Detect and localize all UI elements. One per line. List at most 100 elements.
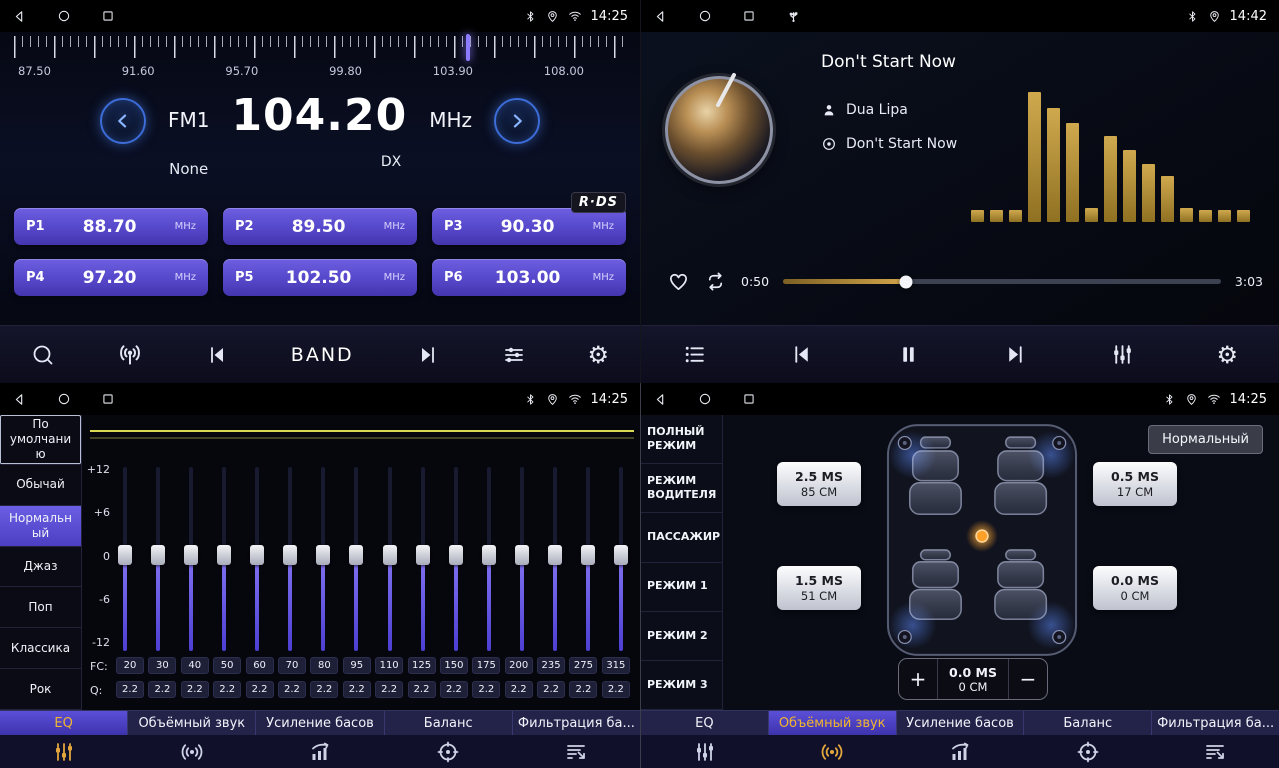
tab-eq[interactable]: EQ (641, 711, 769, 735)
mode-2[interactable]: РЕЖИМ 2 (641, 612, 722, 661)
eq-band-slider[interactable] (546, 467, 564, 651)
eq-preset-classic[interactable]: Классика (0, 628, 81, 669)
delay-increase-button[interactable]: + (899, 659, 937, 699)
eq-preset-rock[interactable]: Рок (0, 669, 81, 710)
eq-icon[interactable] (641, 735, 769, 768)
settings-button[interactable]: ⚙ (1216, 343, 1238, 367)
next-track-button[interactable] (1003, 342, 1028, 367)
eq-preset-jazz[interactable]: Джаз (0, 547, 81, 588)
mode-full[interactable]: ПОЛНЫЙ РЕЖИМ (641, 415, 722, 464)
eq-slider-handle[interactable] (250, 545, 264, 565)
eq-band-slider[interactable] (381, 467, 399, 651)
tab-bass-boost[interactable]: Усиление басов (256, 711, 384, 735)
eq-band-slider[interactable] (447, 467, 465, 651)
mode-1[interactable]: РЕЖИМ 1 (641, 563, 722, 612)
nav-recents-button[interactable] (101, 392, 115, 406)
seek-slider[interactable] (783, 279, 1221, 284)
surround-sound-icon[interactable] (769, 735, 897, 768)
eq-slider-handle[interactable] (316, 545, 330, 565)
eq-slider-handle[interactable] (118, 545, 132, 565)
eq-band-slider[interactable] (579, 467, 597, 651)
bass-boost-icon[interactable] (896, 735, 1024, 768)
frequency-ruler[interactable] (14, 36, 626, 60)
eq-band-slider[interactable] (347, 467, 365, 651)
eq-settings-button[interactable] (502, 343, 526, 367)
radio-preset-p2[interactable]: P2 89.50 MHz (223, 208, 417, 245)
surround-sound-icon[interactable] (128, 735, 256, 768)
eq-band-slider[interactable] (116, 467, 134, 651)
eq-band-slider[interactable] (414, 467, 432, 651)
broadcast-button[interactable] (117, 342, 143, 368)
mixer-button[interactable] (1110, 342, 1135, 367)
mode-3[interactable]: РЕЖИМ 3 (641, 661, 722, 710)
delay-rear-right[interactable]: 0.0 MS 0 CM (1093, 566, 1177, 610)
pause-button[interactable] (896, 342, 921, 367)
eq-slider-handle[interactable] (151, 545, 165, 565)
eq-band-slider[interactable] (248, 467, 266, 651)
tune-down-button[interactable] (100, 98, 146, 144)
eq-slider-handle[interactable] (449, 545, 463, 565)
eq-preset-custom[interactable]: Обычай (0, 465, 81, 506)
playlist-button[interactable] (682, 342, 707, 367)
tune-up-button[interactable] (494, 98, 540, 144)
radio-preset-p6[interactable]: P6 103.00 MHz (432, 259, 626, 296)
eq-band-slider[interactable] (513, 467, 531, 651)
repeat-button[interactable] (704, 270, 727, 293)
nav-home-button[interactable] (57, 9, 71, 23)
scan-button[interactable] (31, 343, 55, 367)
tab-balance[interactable]: Баланс (1024, 711, 1152, 735)
eq-band-slider[interactable] (182, 467, 200, 651)
previous-track-button[interactable] (789, 342, 814, 367)
tab-bass-boost[interactable]: Усиление басов (897, 711, 1025, 735)
mode-driver[interactable]: РЕЖИМ ВОДИТЕЛЯ (641, 464, 722, 513)
eq-slider-handle[interactable] (416, 545, 430, 565)
eq-slider-handle[interactable] (614, 545, 628, 565)
radio-preset-p3[interactable]: P3 90.30 MHz (432, 208, 626, 245)
previous-station-button[interactable] (205, 343, 229, 367)
nav-back-button[interactable] (653, 392, 668, 407)
eq-preset-normal[interactable]: Нормальный (0, 506, 81, 547)
delay-front-right[interactable]: 0.5 MS 17 CM (1093, 462, 1177, 506)
balance-icon[interactable] (1024, 735, 1152, 768)
eq-slider-handle[interactable] (217, 545, 231, 565)
next-station-button[interactable] (416, 343, 440, 367)
filter-icon[interactable] (512, 735, 640, 768)
mode-passenger[interactable]: ПАССАЖИР (641, 513, 722, 562)
nav-back-button[interactable] (12, 392, 27, 407)
nav-home-button[interactable] (698, 9, 712, 23)
eq-preset-pop[interactable]: Поп (0, 587, 81, 628)
bass-boost-icon[interactable] (256, 735, 384, 768)
tab-balance[interactable]: Баланс (385, 711, 513, 735)
tab-filter[interactable]: Фильтрация ба... (1152, 711, 1279, 735)
eq-band-slider[interactable] (480, 467, 498, 651)
settings-button[interactable]: ⚙ (587, 343, 609, 367)
eq-band-slider[interactable] (149, 467, 167, 651)
eq-sl ider-handle[interactable] (581, 545, 595, 565)
band-button[interactable]: BAND (291, 344, 354, 366)
nav-home-button[interactable] (698, 392, 712, 406)
radio-preset-p1[interactable]: P1 88.70 MHz (14, 208, 208, 245)
sound-preset-button[interactable]: Нормальный (1148, 425, 1263, 454)
nav-back-button[interactable] (653, 9, 668, 24)
eq-preset-default[interactable]: По умолчанию (0, 415, 81, 465)
eq-slider-handle[interactable] (283, 545, 297, 565)
eq-slider-handle[interactable] (184, 545, 198, 565)
eq-slider-handle[interactable] (349, 545, 363, 565)
tab-eq[interactable]: EQ (0, 711, 128, 735)
eq-band-slider[interactable] (612, 467, 630, 651)
filter-icon[interactable] (1151, 735, 1279, 768)
nav-recents-button[interactable] (742, 9, 756, 23)
radio-preset-p4[interactable]: P4 97.20 MHz (14, 259, 208, 296)
eq-slider-handle[interactable] (482, 545, 496, 565)
eq-slider-handle[interactable] (383, 545, 397, 565)
tab-surround-sound[interactable]: Объёмный звук (128, 711, 256, 735)
delay-front-left[interactable]: 2.5 MS 85 CM (777, 462, 861, 506)
nav-recents-button[interactable] (742, 392, 756, 406)
eq-icon[interactable] (0, 735, 128, 768)
eq-band-slider[interactable] (215, 467, 233, 651)
delay-rear-left[interactable]: 1.5 MS 51 CM (777, 566, 861, 610)
nav-home-button[interactable] (57, 392, 71, 406)
favorite-button[interactable] (667, 270, 690, 293)
delay-decrease-button[interactable]: − (1009, 659, 1047, 699)
tab-surround-sound[interactable]: Объёмный звук (769, 711, 897, 735)
